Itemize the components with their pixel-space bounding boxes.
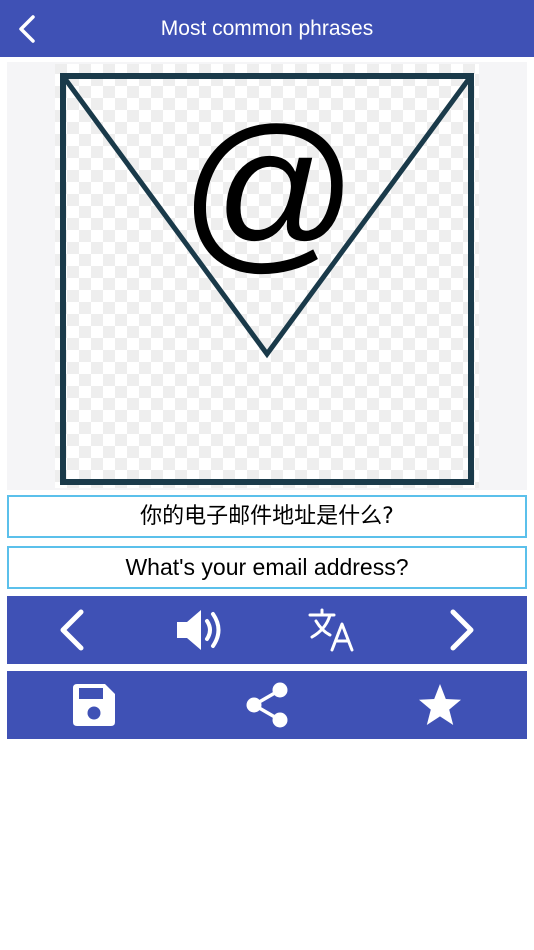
save-icon (72, 684, 115, 726)
chevron-right-icon (450, 609, 474, 651)
at-symbol: @ (180, 93, 358, 288)
chinese-phrase-field[interactable]: 你的电子邮件地址是什么? (7, 495, 527, 538)
email-envelope-at-icon: @ (55, 64, 479, 488)
next-phrase-button[interactable] (422, 600, 502, 660)
translate-icon (308, 608, 354, 652)
translate-button[interactable] (292, 600, 372, 660)
share-icon (246, 682, 288, 728)
phrase-image: @ (7, 62, 527, 490)
save-button[interactable] (54, 675, 134, 735)
nav-bar: Most common phrases (0, 0, 534, 57)
english-phrase-field[interactable]: What's your email address? (7, 546, 527, 589)
page-title: Most common phrases (160, 17, 374, 40)
star-icon (419, 684, 462, 725)
speaker-icon (177, 610, 221, 650)
favorite-button[interactable] (400, 675, 480, 735)
share-button[interactable] (227, 675, 307, 735)
play-audio-button[interactable] (162, 600, 242, 660)
chevron-left-icon (60, 609, 84, 651)
phrase-navigation-toolbar (7, 596, 527, 664)
phrase-actions-toolbar (7, 671, 527, 739)
previous-phrase-button[interactable] (32, 600, 112, 660)
